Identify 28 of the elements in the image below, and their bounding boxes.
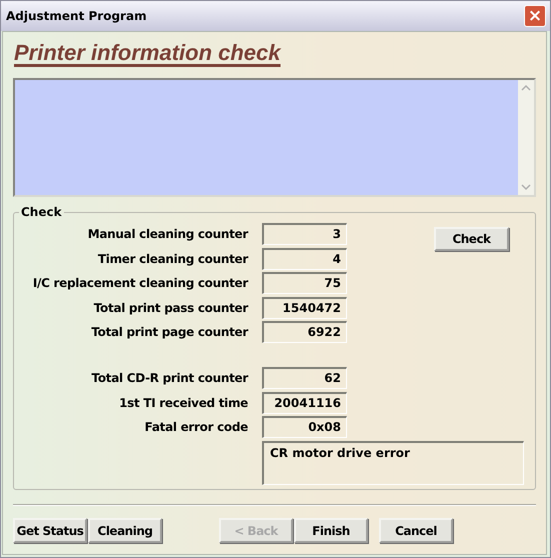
page-heading: Printer information check <box>14 40 281 66</box>
counter-label: Manual cleaning counter <box>86 227 248 241</box>
action-button[interactable]: Cleaning <box>88 518 162 543</box>
error-message-field: CR motor drive error <box>262 441 524 485</box>
counter-value: 20041116 <box>262 392 347 414</box>
nav-button[interactable]: Finish <box>294 518 368 543</box>
counter-value: 1540472 <box>262 296 347 318</box>
group-legend: Check <box>19 205 64 219</box>
counter-value: 0x08 <box>262 416 347 438</box>
cancel-button[interactable]: Cancel <box>379 518 453 543</box>
counter-label: Total print pass counter <box>92 300 248 314</box>
info-text-area[interactable] <box>13 78 536 197</box>
counter-value: 4 <box>262 248 347 270</box>
counter-label: I/C replacement cleaning counter <box>32 276 248 290</box>
action-button[interactable]: Get Status <box>13 518 87 543</box>
counter-label: 1st TI received time <box>118 396 248 410</box>
counter-value: 3 <box>262 223 347 245</box>
counter-label: Fatal error code <box>144 420 248 434</box>
counter-value: 62 <box>262 367 347 389</box>
counter-value: 75 <box>262 272 347 294</box>
counter-label: Timer cleaning counter <box>96 252 248 266</box>
counter-value: 6922 <box>262 321 347 343</box>
check-button[interactable]: Check <box>434 227 509 251</box>
scrollbar[interactable] <box>518 80 534 195</box>
close-button[interactable]: × <box>524 5 546 27</box>
counter-label: Total CD-R print counter <box>90 371 248 385</box>
window-title: Adjustment Program <box>6 9 147 23</box>
counter-label: Total print page counter <box>90 325 248 339</box>
